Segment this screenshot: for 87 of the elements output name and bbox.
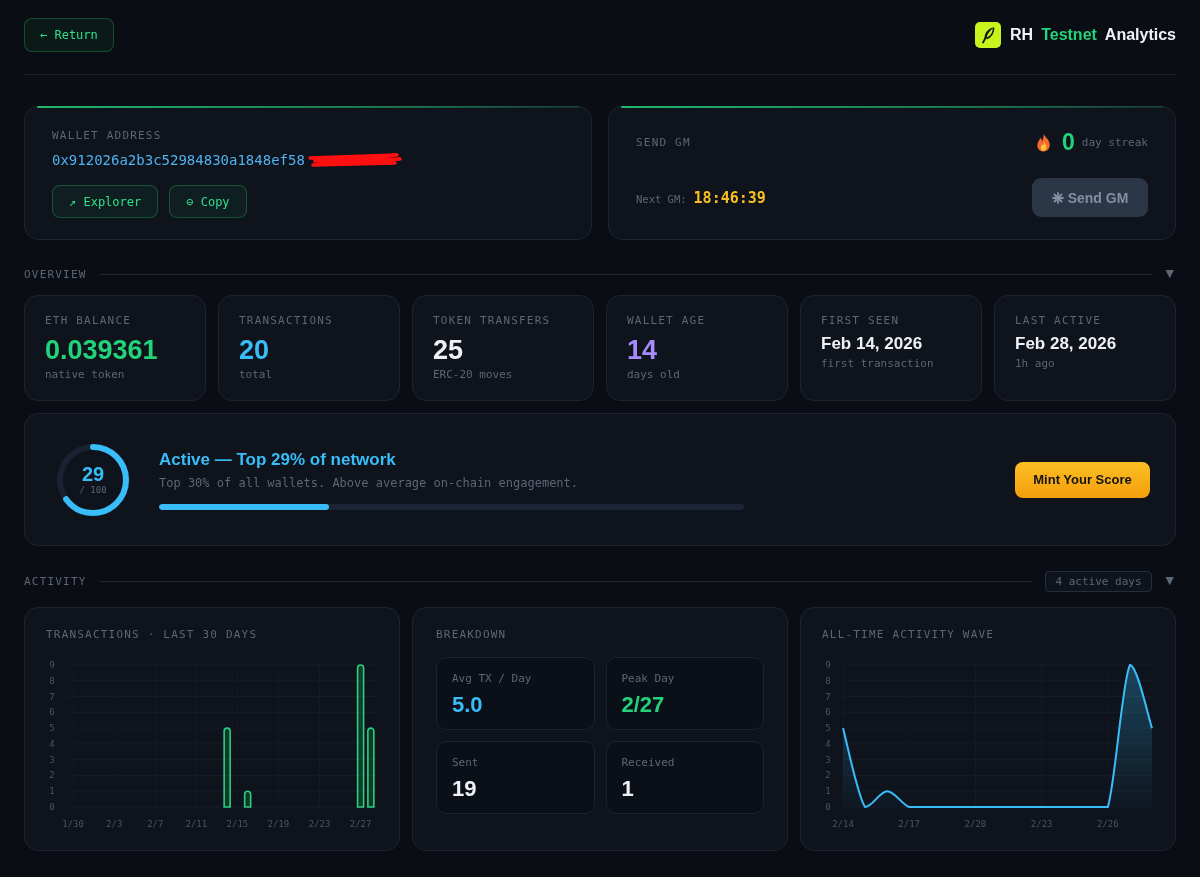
streak-label: day streak — [1081, 135, 1148, 149]
stat-value: 0.039361 — [45, 335, 159, 365]
tile-label: Avg TX / Day — [452, 672, 533, 686]
stat-caption: days old — [627, 368, 681, 382]
chart-bar — [243, 790, 252, 808]
stat-value: Feb 14, 2026 — [821, 333, 924, 355]
y-axis-label: 0 — [825, 802, 831, 812]
logo-text: Analytics — [1104, 25, 1176, 45]
chart-title: ALL-TIME ACTIVITY WAVE — [822, 628, 996, 641]
stat-caption: first transaction — [821, 357, 935, 371]
y-axis-label: 1 — [825, 786, 831, 797]
y-axis-label: 7 — [49, 691, 55, 702]
stat-label: ETH BALANCE — [45, 314, 133, 327]
tile-value: 19 — [452, 776, 478, 802]
stat-value: 25 — [433, 335, 465, 365]
y-axis-label: 6 — [825, 707, 831, 718]
tile-label: Received — [621, 756, 676, 770]
x-axis-label: 2/17 — [898, 819, 921, 829]
score-title: Active — Top 29% of network — [159, 449, 397, 471]
tile-label: Peak Day — [621, 672, 676, 686]
y-axis-label: 5 — [49, 723, 55, 734]
y-axis-label: 4 — [49, 738, 55, 749]
flame-icon — [1035, 132, 1051, 152]
y-axis-label: 7 — [825, 691, 831, 702]
stat-label: FIRST SEEN — [821, 314, 901, 327]
x-axis-label: 1/30 — [62, 819, 84, 829]
x-axis-label: 2/26 — [1097, 819, 1119, 829]
streak-count: 0 — [1061, 131, 1075, 153]
stat-caption: total — [239, 368, 274, 382]
y-axis-label: 3 — [825, 754, 831, 765]
stat-caption: 1h ago — [1015, 357, 1056, 371]
stat-label: WALLET AGE — [627, 314, 707, 327]
tile-value: 5.0 — [452, 692, 484, 718]
x-axis-label: 2/15 — [226, 819, 249, 829]
section-title: OVERVIEW — [24, 267, 87, 281]
x-axis-label: 2/23 — [308, 819, 331, 829]
stat-label: TRANSACTIONS — [239, 314, 334, 327]
y-axis-label: 1 — [49, 786, 55, 797]
x-axis-label: 2/14 — [832, 819, 854, 829]
y-axis-label: 4 — [825, 738, 831, 749]
x-axis-label: 2/3 — [106, 819, 123, 829]
active-days-badge: 4 active days — [1045, 570, 1152, 592]
asterisk-icon — [1051, 191, 1064, 204]
score-value: 29 — [81, 463, 105, 484]
wallet-address-label: WALLET ADDRESS — [52, 129, 163, 142]
next-gm-label: Next GM: — [636, 192, 687, 205]
stat-label: TOKEN TRANSFERS — [433, 314, 552, 327]
y-axis-label: 3 — [49, 754, 55, 765]
stat-caption: native token — [45, 368, 126, 382]
x-axis-label: 2/11 — [185, 819, 208, 829]
tile-value: 2/27 — [621, 692, 666, 718]
score-description: Top 30% of all wallets. Above average on-chain engagement. — [159, 475, 580, 491]
y-axis-label: 8 — [825, 675, 831, 686]
feather-icon — [975, 22, 1002, 48]
stat-value: Feb 28, 2026 — [1015, 333, 1118, 355]
countdown-timer: 18:46:39 — [693, 188, 766, 207]
copy-button[interactable]: ⊖ Copy — [169, 185, 247, 218]
x-axis-label: 2/7 — [147, 819, 164, 829]
stat-caption: ERC-20 moves — [433, 368, 514, 382]
score-scale: / 100 — [79, 483, 107, 496]
y-axis-label: 0 — [49, 802, 55, 812]
logo-text: RH — [1010, 25, 1034, 45]
y-axis-label: 9 — [825, 660, 831, 670]
tile-value: 1 — [621, 776, 635, 802]
chart-title: TRANSACTIONS · LAST 30 DAYS — [46, 628, 259, 641]
wallet-address: 0x912026a2b3c52984830a1848ef58 — [52, 151, 305, 170]
x-axis-label: 2/23 — [1030, 819, 1053, 829]
mint-score-button[interactable]: Mint Your Score — [1015, 461, 1150, 498]
y-axis-label: 8 — [49, 675, 55, 686]
x-axis-label: 2/20 — [964, 819, 987, 829]
stat-value: 20 — [239, 335, 271, 365]
x-axis-label: 2/19 — [267, 819, 290, 829]
y-axis-label: 2 — [49, 770, 55, 781]
explorer-button[interactable]: ↗ Explorer — [52, 185, 159, 218]
section-title: ACTIVITY — [24, 574, 87, 588]
stat-label: LAST ACTIVE — [1015, 314, 1103, 327]
x-axis-label: 2/27 — [349, 819, 372, 829]
y-axis-label: 9 — [49, 660, 55, 670]
y-axis-label: 6 — [49, 707, 55, 718]
tile-label: Sent — [452, 756, 480, 770]
breakdown-title: BREAKDOWN — [436, 628, 508, 641]
logo-text: Testnet — [1041, 25, 1097, 45]
send-gm-title: SEND GM — [636, 135, 691, 149]
y-axis-label: 2 — [825, 770, 831, 781]
return-button[interactable]: ← Return — [24, 18, 114, 52]
stat-value: 14 — [627, 335, 659, 365]
y-axis-label: 5 — [825, 723, 831, 734]
